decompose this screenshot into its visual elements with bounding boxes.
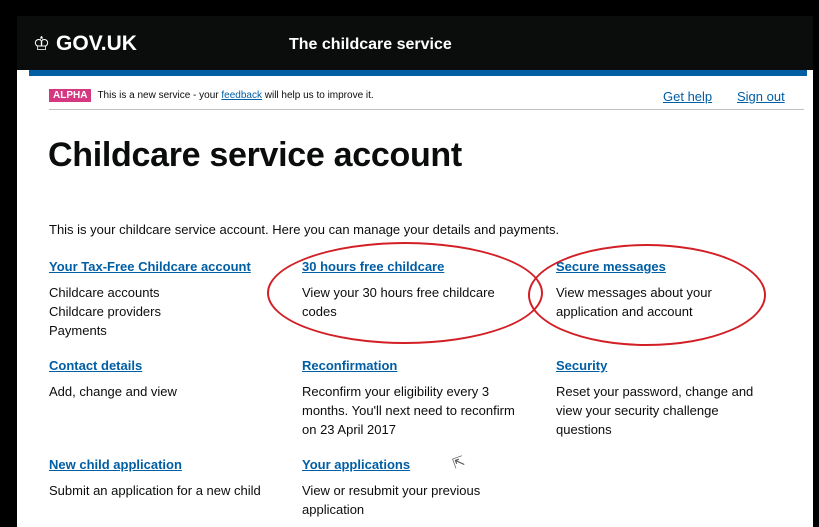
your-applications-link[interactable]: Your applications (302, 457, 512, 472)
phase-divider (49, 109, 804, 110)
crown-icon: ♔ (33, 33, 51, 55)
sign-out-link[interactable]: Sign out (737, 89, 785, 104)
annotation-ring (528, 244, 766, 346)
logo-text: GOV.UK (56, 32, 137, 55)
page-title: Childcare service account (48, 136, 462, 174)
contact-details-link[interactable]: Contact details (49, 358, 279, 373)
card-security: Security Reset your password, change and… (556, 358, 756, 439)
service-name[interactable]: The childcare service (289, 36, 452, 54)
card-description: Reconfirm your eligibility every 3 month… (302, 384, 515, 437)
get-help-link[interactable]: Get help (663, 89, 712, 104)
card-description: View or resubmit your previous applicati… (302, 483, 481, 517)
phase-banner: ALPHA This is a new service - your feedb… (49, 89, 374, 102)
tax-free-childcare-link[interactable]: Your Tax-Free Childcare account (49, 259, 279, 274)
phase-text-before: This is a new service - your (97, 90, 219, 101)
card-reconfirmation: Reconfirmation Reconfirm your eligibilit… (302, 358, 527, 439)
card-line: Childcare providers (49, 304, 161, 319)
page-frame: ♔ GOV.UK The childcare service ALPHA Thi… (17, 16, 813, 527)
card-line: Payments (49, 323, 107, 338)
new-child-application-link[interactable]: New child application (49, 457, 279, 472)
annotation-ring (267, 242, 543, 344)
card-tax-free-childcare: Your Tax-Free Childcare account Childcar… (49, 259, 279, 340)
intro-text: This is your childcare service account. … (49, 222, 560, 237)
reconfirmation-link[interactable]: Reconfirmation (302, 358, 527, 373)
card-new-child-application: New child application Submit an applicat… (49, 457, 279, 500)
card-description: Submit an application for a new child (49, 483, 261, 498)
feedback-link[interactable]: feedback (221, 90, 262, 101)
alpha-tag: ALPHA (49, 89, 92, 102)
security-link[interactable]: Security (556, 358, 756, 373)
card-description: Add, change and view (49, 384, 177, 399)
govuk-logo[interactable]: ♔ GOV.UK (33, 32, 137, 56)
phase-text-after: will help us to improve it. (264, 90, 374, 101)
card-your-applications: Your applications View or resubmit your … (302, 457, 512, 519)
header-accent-bar (29, 70, 807, 76)
card-contact-details: Contact details Add, change and view (49, 358, 279, 401)
site-header: ♔ GOV.UK The childcare service (17, 16, 813, 70)
card-line: Childcare accounts (49, 285, 160, 300)
card-description: Reset your password, change and view you… (556, 384, 754, 437)
